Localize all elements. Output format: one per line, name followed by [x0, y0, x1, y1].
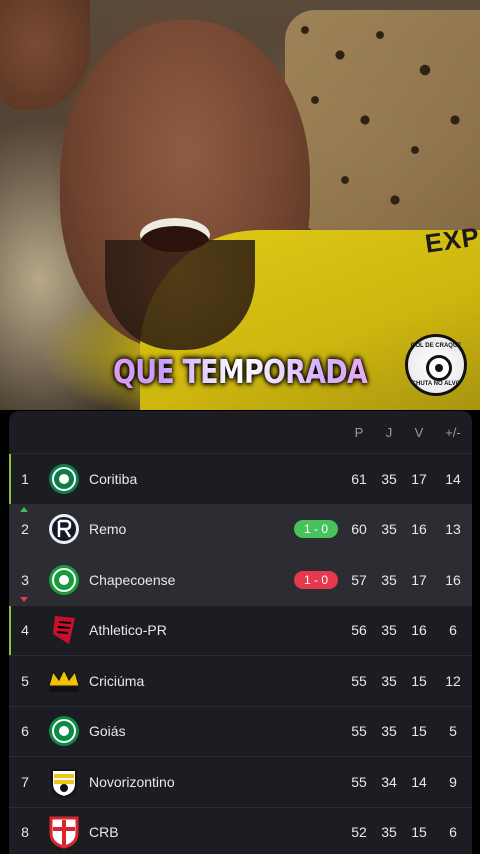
goal-diff: 14 — [445, 470, 461, 487]
trend-up-icon — [20, 507, 28, 513]
team-name[interactable]: Criciúma — [87, 673, 294, 689]
team-name[interactable]: Goiás — [87, 723, 294, 739]
team-name[interactable]: Athletico-PR — [87, 622, 294, 638]
goal-diff: 6 — [449, 824, 457, 841]
position: 5 — [9, 673, 41, 689]
header-goal-diff[interactable]: +/- — [434, 425, 472, 440]
trend-down-icon — [20, 596, 28, 602]
position-number: 5 — [21, 672, 29, 689]
points: 60 — [351, 521, 367, 538]
video-frame[interactable]: EXP QUE TEMPORADA GOL DE CRAQUE CHUTA NO… — [0, 0, 480, 410]
played: 35 — [381, 622, 397, 639]
played: 35 — [381, 571, 397, 588]
team-name[interactable]: Remo — [87, 521, 294, 537]
goal-diff: 16 — [445, 571, 461, 588]
athletico-crest-icon — [41, 614, 87, 646]
points: 57 — [351, 571, 367, 588]
points: 55 — [351, 773, 367, 790]
table-row[interactable]: 6 Goiás 55 35 15 5 — [9, 707, 472, 757]
video-caption: QUE TEMPORADA — [43, 352, 437, 391]
team-name[interactable]: CRB — [87, 824, 294, 840]
table-header: P J V +/- — [9, 411, 472, 454]
wins: 16 — [411, 622, 427, 639]
points: 56 — [351, 622, 367, 639]
played: 35 — [381, 723, 397, 740]
table-row[interactable]: 8 CRB 52 35 15 6 — [9, 808, 472, 854]
table-row[interactable]: 3 Chapecoense 1 - 0 57 35 17 16 — [9, 555, 472, 606]
position: 3 — [9, 571, 41, 602]
remo-crest-icon — [41, 513, 87, 545]
points: 52 — [351, 824, 367, 841]
position-number: 1 — [21, 470, 29, 487]
team-name[interactable]: Chapecoense — [87, 572, 294, 588]
table-row[interactable]: 5 Criciúma 55 35 15 12 — [9, 656, 472, 707]
wins: 15 — [411, 672, 427, 689]
played: 35 — [381, 824, 397, 841]
standings-table: P J V +/- 1 Coritiba 61 35 17 14 2 Remo … — [9, 411, 472, 854]
points: 61 — [351, 470, 367, 487]
soccer-ball-icon — [426, 355, 452, 381]
table-row[interactable]: 1 Coritiba 61 35 17 14 — [9, 454, 472, 505]
logo-top-text: GOL DE CRAQUE — [410, 343, 462, 349]
position-number: 7 — [21, 773, 29, 790]
wins: 17 — [411, 470, 427, 487]
table-row[interactable]: 4 Athletico-PR 56 35 16 6 — [9, 605, 472, 656]
position: 8 — [9, 824, 41, 840]
position-number: 6 — [21, 723, 29, 740]
live-score-badge: 1 - 0 — [294, 520, 338, 539]
position: 7 — [9, 774, 41, 790]
wins: 16 — [411, 521, 427, 538]
goal-diff: 13 — [445, 521, 461, 538]
goal-diff: 5 — [449, 723, 457, 740]
logo-bottom-text: CHUTA NO ALVO — [411, 381, 461, 387]
header-played[interactable]: J — [374, 425, 404, 440]
live-score-badge: 1 - 0 — [294, 570, 338, 589]
header-points[interactable]: P — [344, 425, 374, 440]
chapecoense-crest-icon — [41, 564, 87, 596]
wins: 14 — [411, 773, 427, 790]
team-name[interactable]: Coritiba — [87, 471, 294, 487]
person-hand — [0, 0, 90, 110]
position: 4 — [9, 622, 41, 638]
coritiba-crest-icon — [41, 463, 87, 495]
table-row[interactable]: 7 Novorizontino 55 34 14 9 — [9, 757, 472, 808]
points: 55 — [351, 672, 367, 689]
team-name[interactable]: Novorizontino — [87, 774, 294, 790]
goal-diff: 6 — [449, 622, 457, 639]
mouth — [140, 218, 210, 252]
wins: 15 — [411, 723, 427, 740]
crb-crest-icon — [41, 815, 87, 849]
played: 35 — [381, 470, 397, 487]
goias-crest-icon — [41, 715, 87, 747]
points: 55 — [351, 723, 367, 740]
played: 35 — [381, 672, 397, 689]
channel-logo-icon: GOL DE CRAQUE CHUTA NO ALVO — [405, 334, 467, 396]
position-number: 4 — [21, 622, 29, 639]
goal-diff: 12 — [445, 672, 461, 689]
played: 35 — [381, 521, 397, 538]
position-number: 3 — [21, 571, 29, 588]
goal-diff: 9 — [449, 773, 457, 790]
novorizontino-crest-icon — [41, 766, 87, 798]
header-wins[interactable]: V — [404, 425, 434, 440]
position-number: 2 — [21, 521, 29, 538]
position: 6 — [9, 723, 41, 739]
criciuma-crest-icon — [41, 668, 87, 694]
leopard-pillow — [285, 10, 480, 240]
wins: 15 — [411, 824, 427, 841]
position-number: 8 — [21, 824, 29, 841]
table-row[interactable]: 2 Remo 1 - 0 60 35 16 13 — [9, 504, 472, 555]
wins: 17 — [411, 571, 427, 588]
position: 2 — [9, 507, 41, 538]
played: 34 — [381, 773, 397, 790]
position: 1 — [9, 471, 41, 487]
